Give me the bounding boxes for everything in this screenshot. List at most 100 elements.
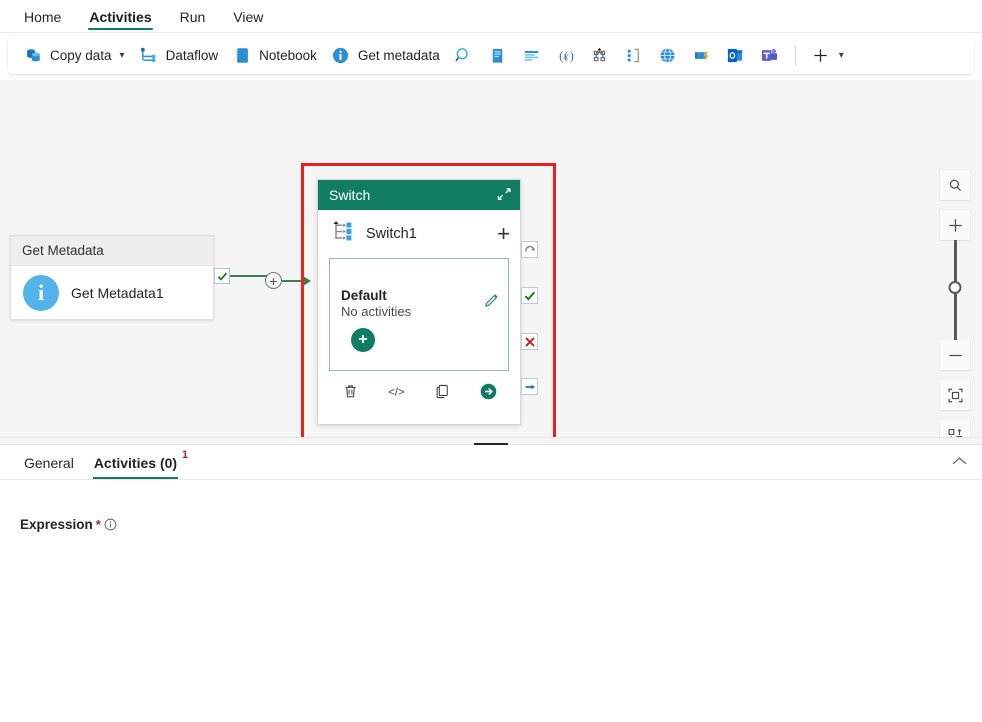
- connector-line-right: [282, 280, 304, 282]
- toolbar-web-button[interactable]: [651, 40, 685, 70]
- node-switch-title: Switch1: [366, 226, 486, 242]
- node-switch-subheader: Switch1 +: [318, 210, 520, 258]
- pipeline-canvas[interactable]: Get Metadata i Get Metadata1 + Switch: [0, 80, 982, 437]
- expression-label-group: Expression *: [20, 517, 117, 532]
- panel-resize-divider[interactable]: [0, 437, 982, 445]
- ribbon-tab-view[interactable]: View: [219, 5, 277, 32]
- switch-chip-on-success[interactable]: [521, 287, 538, 304]
- toolbar-lookup-button[interactable]: [447, 40, 481, 70]
- node-get-metadata-header-label: Get Metadata: [22, 243, 104, 258]
- toolbar-script-button[interactable]: [481, 40, 515, 70]
- pencil-icon[interactable]: [484, 291, 500, 312]
- toolbar-get-metadata-label: Get metadata: [358, 48, 440, 63]
- svg-text:(: (: [559, 49, 563, 63]
- foreach-icon: [624, 45, 644, 65]
- toolbar-copy-data-button[interactable]: Copy data ▾: [16, 40, 132, 70]
- activities-toolbar: Copy data ▾ Dataflow: [8, 36, 974, 74]
- info-circle-icon: i: [23, 275, 59, 311]
- switch-chip-on-skip[interactable]: [521, 241, 538, 258]
- ribbon-tab-activities-label: Activities: [89, 9, 151, 25]
- ribbon-tab-run[interactable]: Run: [166, 5, 220, 32]
- ribbon-tab-activities[interactable]: Activities: [75, 5, 165, 32]
- chevron-up-icon: [951, 456, 968, 467]
- trash-icon[interactable]: [339, 380, 361, 402]
- toolbar-webhook-button[interactable]: [685, 40, 719, 70]
- dataflow-icon: [139, 45, 159, 65]
- node-switch-footer: </>: [318, 371, 520, 411]
- switch-default-case-subtitle: No activities: [341, 304, 411, 319]
- toolbar-set-variable-button[interactable]: ( x ( ): [549, 40, 583, 70]
- zoom-out-button[interactable]: [940, 340, 970, 370]
- fit-to-screen-icon: [947, 387, 964, 404]
- switch-default-case-box[interactable]: Default No activities +: [329, 258, 509, 371]
- tab-general-label: General: [24, 455, 74, 471]
- auto-layout-button[interactable]: [940, 420, 970, 437]
- pipeline-editor-window: Home Activities Run View Copy data ▾: [0, 0, 982, 722]
- tab-activities-badge: 1: [182, 449, 188, 461]
- zoom-in-button[interactable]: [940, 210, 970, 240]
- switch-chip-on-completion[interactable]: [521, 378, 538, 395]
- properties-panel: General Activities (0) 1 Expression *: [0, 445, 982, 718]
- connector-add-activity-button[interactable]: +: [265, 272, 282, 289]
- toolbar-switch-button[interactable]: [583, 40, 617, 70]
- switch-default-case-add-button[interactable]: +: [351, 328, 375, 352]
- toolbar-add-more-button[interactable]: ▾: [804, 40, 851, 70]
- fit-to-screen-button[interactable]: [940, 380, 970, 410]
- outlook-icon: [726, 45, 746, 65]
- code-icon[interactable]: </>: [385, 380, 407, 402]
- ribbon-tab-view-label: View: [233, 9, 263, 25]
- panel-collapse-button[interactable]: [951, 454, 968, 472]
- auto-layout-icon: [947, 427, 964, 438]
- toolbar-foreach-button[interactable]: [617, 40, 651, 70]
- tab-general[interactable]: General: [14, 452, 84, 479]
- set-variable-icon: ( x ( ): [556, 45, 576, 65]
- connector-line-left: [230, 275, 270, 277]
- green-check-icon: [524, 290, 536, 302]
- toolbar-outlook-button[interactable]: [719, 40, 753, 70]
- search-zoom-icon: [948, 178, 963, 193]
- tab-activities[interactable]: Activities (0) 1: [84, 452, 187, 479]
- ribbon-tab-bar: Home Activities Run View: [0, 0, 982, 33]
- toolbar-dataflow-label: Dataflow: [166, 48, 219, 63]
- get-metadata-icon: [331, 45, 351, 65]
- connector-arrow-icon: [303, 276, 311, 286]
- edge-on-success-chip[interactable]: [214, 268, 230, 284]
- toolbar-container: Copy data ▾ Dataflow: [0, 33, 982, 80]
- tab-activities-label: Activities (0): [94, 455, 177, 471]
- red-x-icon: [524, 336, 536, 348]
- copy-data-icon: [23, 45, 43, 65]
- chevron-down-icon[interactable]: ▾: [839, 50, 844, 61]
- search-icon: [454, 45, 474, 65]
- zoom-search-button[interactable]: [940, 170, 970, 200]
- node-switch-header: Switch: [318, 180, 520, 210]
- node-switch[interactable]: Switch: [317, 179, 521, 425]
- node-switch-add-case-button[interactable]: +: [497, 223, 510, 245]
- chevron-down-icon[interactable]: ▾: [120, 50, 125, 61]
- panel-tab-bar: General Activities (0) 1: [0, 445, 982, 480]
- node-get-metadata[interactable]: Get Metadata i Get Metadata1: [10, 235, 214, 320]
- minus-icon: [947, 347, 964, 364]
- expression-field-row: Expression *: [20, 517, 117, 532]
- arrow-right-circle-icon[interactable]: [477, 380, 499, 402]
- zoom-slider-knob[interactable]: [949, 281, 962, 294]
- ribbon-tab-home[interactable]: Home: [10, 5, 75, 32]
- toolbar-get-metadata-button[interactable]: Get metadata: [324, 40, 447, 70]
- svg-text:</>: </>: [388, 386, 405, 398]
- node-switch-header-label: Switch: [329, 187, 370, 203]
- script-icon: [488, 45, 508, 65]
- zoom-slider-track[interactable]: [954, 240, 957, 340]
- retry-icon: [524, 244, 536, 256]
- info-icon[interactable]: [104, 518, 117, 531]
- toolbar-notebook-button[interactable]: Notebook: [225, 40, 324, 70]
- toolbar-stored-procedure-button[interactable]: [515, 40, 549, 70]
- copy-icon[interactable]: [431, 380, 453, 402]
- toolbar-dataflow-button[interactable]: Dataflow: [132, 40, 226, 70]
- svg-text:): ): [569, 49, 573, 63]
- ribbon-tab-run-label: Run: [180, 9, 206, 25]
- switch-chip-on-fail[interactable]: [521, 333, 538, 350]
- collapse-diagonal-icon[interactable]: [496, 186, 512, 205]
- toolbar-teams-button[interactable]: [753, 40, 787, 70]
- plus-icon: [811, 45, 831, 65]
- web-icon: [658, 45, 678, 65]
- stored-procedure-icon: [522, 45, 542, 65]
